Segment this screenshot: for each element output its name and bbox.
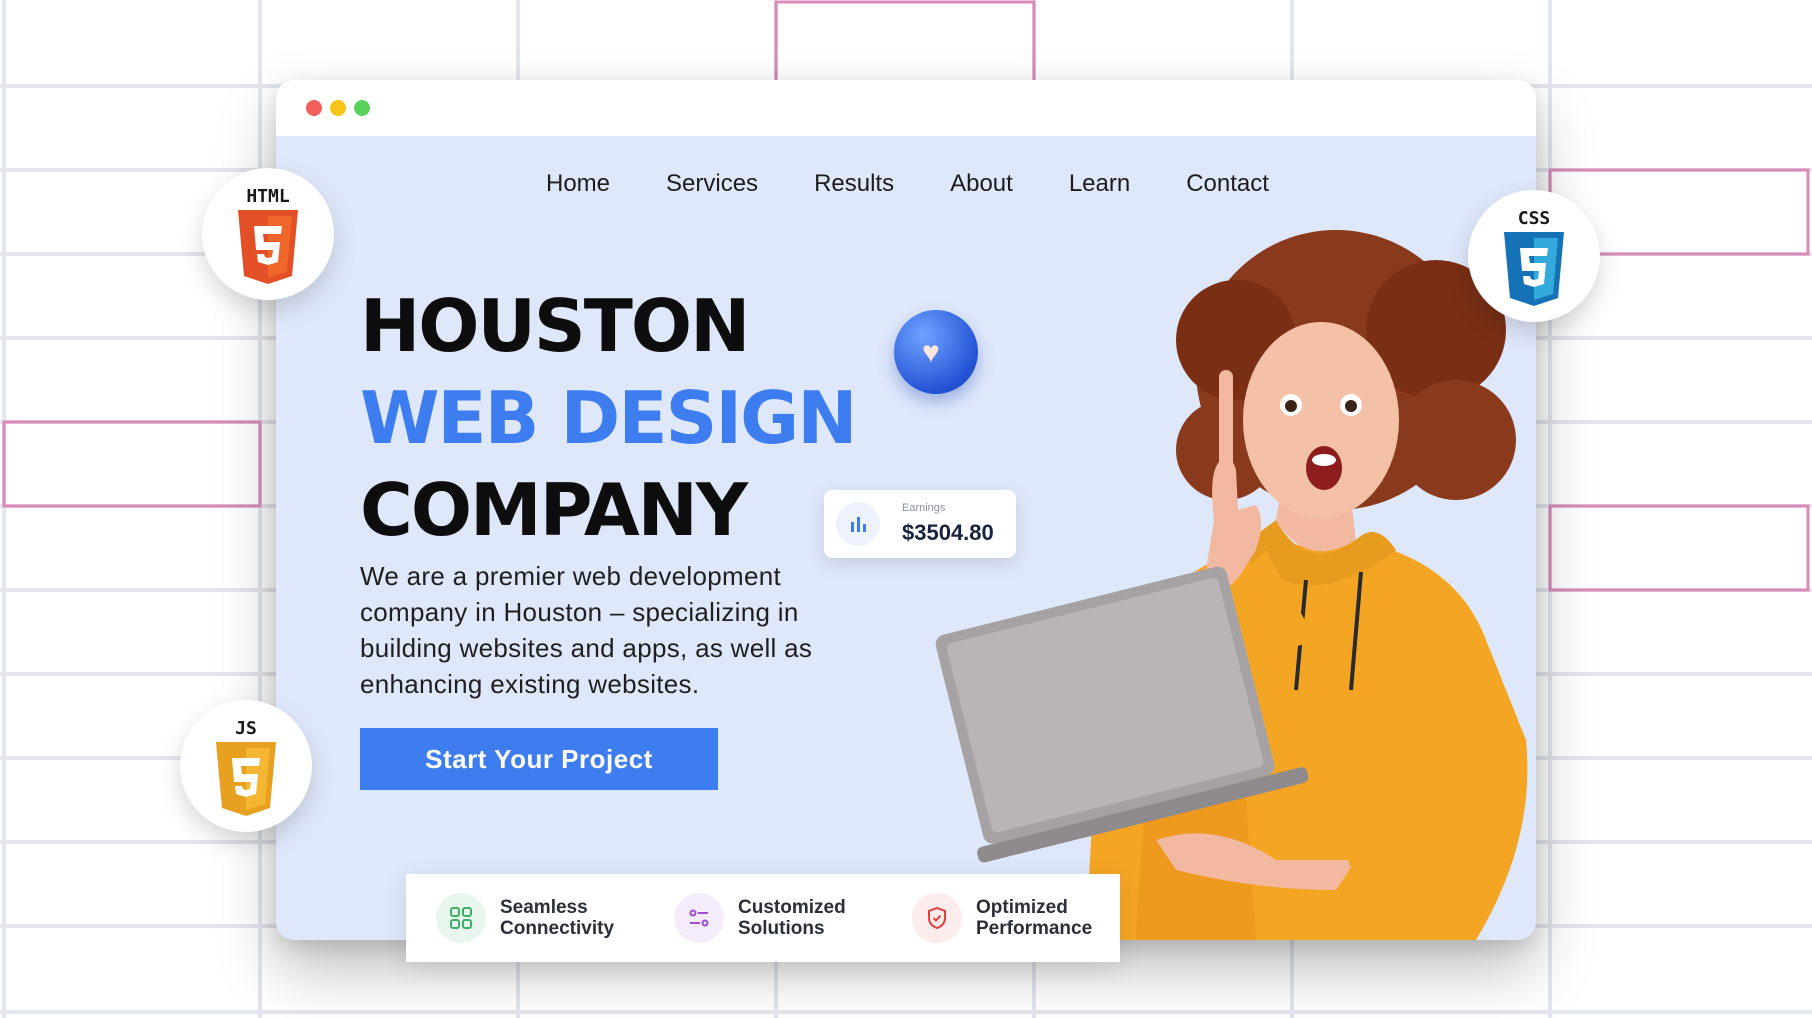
earnings-value: $3504.80 xyxy=(902,520,994,545)
main-nav: Home Services Results About Learn Contac… xyxy=(546,170,1325,198)
js-shield-icon xyxy=(216,742,276,816)
feature-label-line1: Optimized xyxy=(976,897,1068,918)
heart-bubble: ♥ xyxy=(894,310,978,394)
start-project-button[interactable]: Start Your Project xyxy=(360,728,718,790)
feature-label-line1: Seamless xyxy=(500,897,588,918)
earnings-card: Earnings $3504.80 xyxy=(824,490,1016,558)
html-label: HTML xyxy=(246,186,290,207)
earnings-label: Earnings xyxy=(902,502,946,514)
nav-contact[interactable]: Contact xyxy=(1186,170,1269,198)
heart-icon: ♥ xyxy=(922,336,940,369)
css3-shield-icon xyxy=(1504,232,1564,306)
hero-description: We are a premier web development company… xyxy=(360,561,813,699)
nav-about[interactable]: About xyxy=(950,170,1013,198)
nav-learn[interactable]: Learn xyxy=(1069,170,1130,198)
nav-services[interactable]: Services xyxy=(666,170,758,198)
browser-window: Home Services Results About Learn Contac… xyxy=(276,80,1536,940)
maximize-dot[interactable] xyxy=(354,100,370,116)
js-badge: JS xyxy=(180,700,312,832)
html5-badge: HTML xyxy=(202,168,334,300)
hero-title-line3: COMPANY xyxy=(360,468,748,552)
grid-icon xyxy=(436,893,486,943)
hero-title: HOUSTON WEB DESIGN COMPANY xyxy=(360,280,857,556)
hero-title-line1: HOUSTON xyxy=(360,284,750,368)
nav-results[interactable]: Results xyxy=(814,170,894,198)
feature-label-line2: Solutions xyxy=(738,918,825,939)
feature-label-line2: Performance xyxy=(976,918,1093,939)
js-label: JS xyxy=(235,718,257,739)
browser-titlebar xyxy=(276,80,1536,136)
css-label: CSS xyxy=(1517,208,1551,229)
shield-icon xyxy=(912,893,962,943)
feature-customized-solutions: Customized Solutions xyxy=(674,893,882,943)
close-dot[interactable] xyxy=(306,100,322,116)
feature-strip: Seamless Connectivity Customized Solutio… xyxy=(406,874,1120,962)
feature-label-line1: Customized xyxy=(738,897,846,918)
nav-home[interactable]: Home xyxy=(546,170,610,198)
hero-title-line2: WEB DESIGN xyxy=(360,376,857,460)
css3-badge: CSS xyxy=(1468,190,1600,322)
minimize-dot[interactable] xyxy=(330,100,346,116)
sliders-icon xyxy=(674,893,724,943)
html5-shield-icon xyxy=(238,210,298,284)
bar-chart-icon xyxy=(836,502,880,546)
feature-seamless-connectivity: Seamless Connectivity xyxy=(436,893,644,943)
feature-label-line2: Connectivity xyxy=(500,918,615,939)
feature-optimized-performance: Optimized Performance xyxy=(912,893,1120,943)
